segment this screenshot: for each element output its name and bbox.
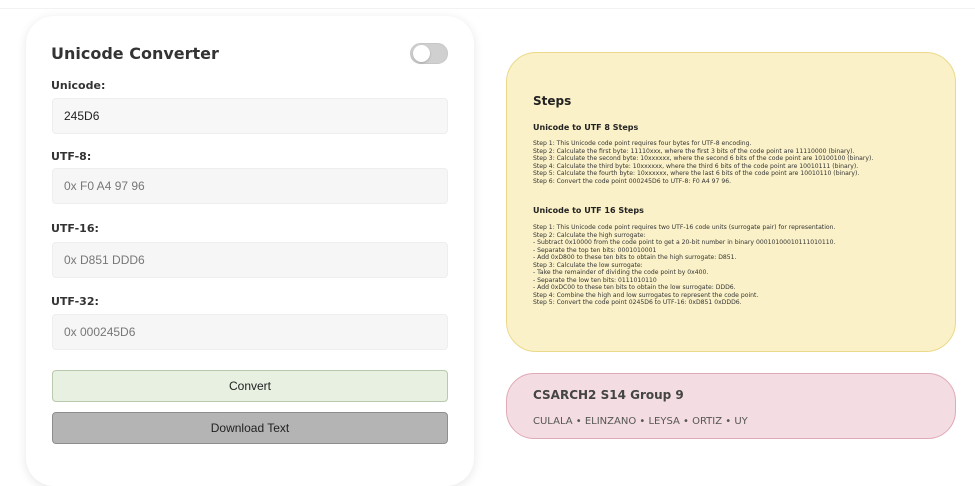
utf8-steps-list: Step 1: This Unicode code point requires… xyxy=(533,140,943,185)
utf16-step-line: - Separate the low ten bits: 0111010110 xyxy=(533,276,657,284)
unicode-label: Unicode: xyxy=(51,79,106,92)
utf16-step-line: - Separate the top ten bits: 0001010001 xyxy=(533,246,657,254)
utf32-label: UTF-32: xyxy=(51,295,99,308)
utf16-step-line: Step 2: Calculate the high surrogate: xyxy=(533,231,646,239)
theme-toggle[interactable] xyxy=(410,43,448,64)
utf16-step-line: - Add 0xD800 to these ten bits to obtain… xyxy=(533,254,737,262)
utf16-steps-list: Step 1: This Unicode code point requires… xyxy=(533,224,943,307)
toggle-knob xyxy=(413,45,430,62)
utf8-step-line: Step 3: Calculate the second byte: 10xxx… xyxy=(533,155,874,163)
utf16-step-line: Step 5: Convert the code point 0245D6 to… xyxy=(533,299,742,307)
converter-card: Unicode Converter Unicode: 245D6 UTF-8: … xyxy=(26,16,474,486)
utf16-steps-heading: Unicode to UTF 16 Steps xyxy=(533,206,644,215)
steps-title: Steps xyxy=(533,94,572,108)
group-title: CSARCH2 S14 Group 9 xyxy=(533,388,684,402)
steps-panel: Steps Unicode to UTF 8 Steps Step 1: Thi… xyxy=(506,52,956,352)
group-members: CULALA • ELINZANO • LEYSA • ORTIZ • UY xyxy=(533,416,748,427)
utf16-step-line: Step 3: Calculate the low surrogate: xyxy=(533,261,643,269)
utf16-step-line: - Subtract 0x10000 from the code point t… xyxy=(533,239,836,247)
utf8-step-line: Step 4: Calculate the third byte: 10xxxx… xyxy=(533,162,859,170)
convert-button[interactable]: Convert xyxy=(52,370,448,402)
utf8-step-line: Step 6: Convert the code point 000245D6 … xyxy=(533,177,732,185)
utf8-steps-heading: Unicode to UTF 8 Steps xyxy=(533,123,639,132)
download-text-button[interactable]: Download Text xyxy=(52,412,448,444)
utf16-step-line: - Add 0xDC00 to these ten bits to obtain… xyxy=(533,284,736,292)
group-panel: CSARCH2 S14 Group 9 CULALA • ELINZANO • … xyxy=(506,373,956,439)
converter-title: Unicode Converter xyxy=(51,44,219,63)
utf8-step-line: Step 1: This Unicode code point requires… xyxy=(533,140,752,147)
utf16-field[interactable]: 0x D851 DDD6 xyxy=(52,242,448,278)
utf8-label: UTF-8: xyxy=(51,150,92,163)
unicode-input[interactable]: 245D6 xyxy=(52,98,448,134)
utf8-field[interactable]: 0x F0 A4 97 96 xyxy=(52,168,448,204)
utf32-field[interactable]: 0x 000245D6 xyxy=(52,314,448,350)
utf16-label: UTF-16: xyxy=(51,222,99,235)
utf16-step-line: - Take the remainder of dividing the cod… xyxy=(533,269,709,277)
utf16-step-line: Step 4: Combine the high and low surroga… xyxy=(533,291,759,299)
utf16-step-line: Step 1: This Unicode code point requires… xyxy=(533,224,836,231)
top-divider xyxy=(0,8,975,9)
utf8-step-line: Step 2: Calculate the first byte: 11110x… xyxy=(533,147,855,155)
utf8-step-line: Step 5: Calculate the fourth byte: 10xxx… xyxy=(533,170,860,178)
